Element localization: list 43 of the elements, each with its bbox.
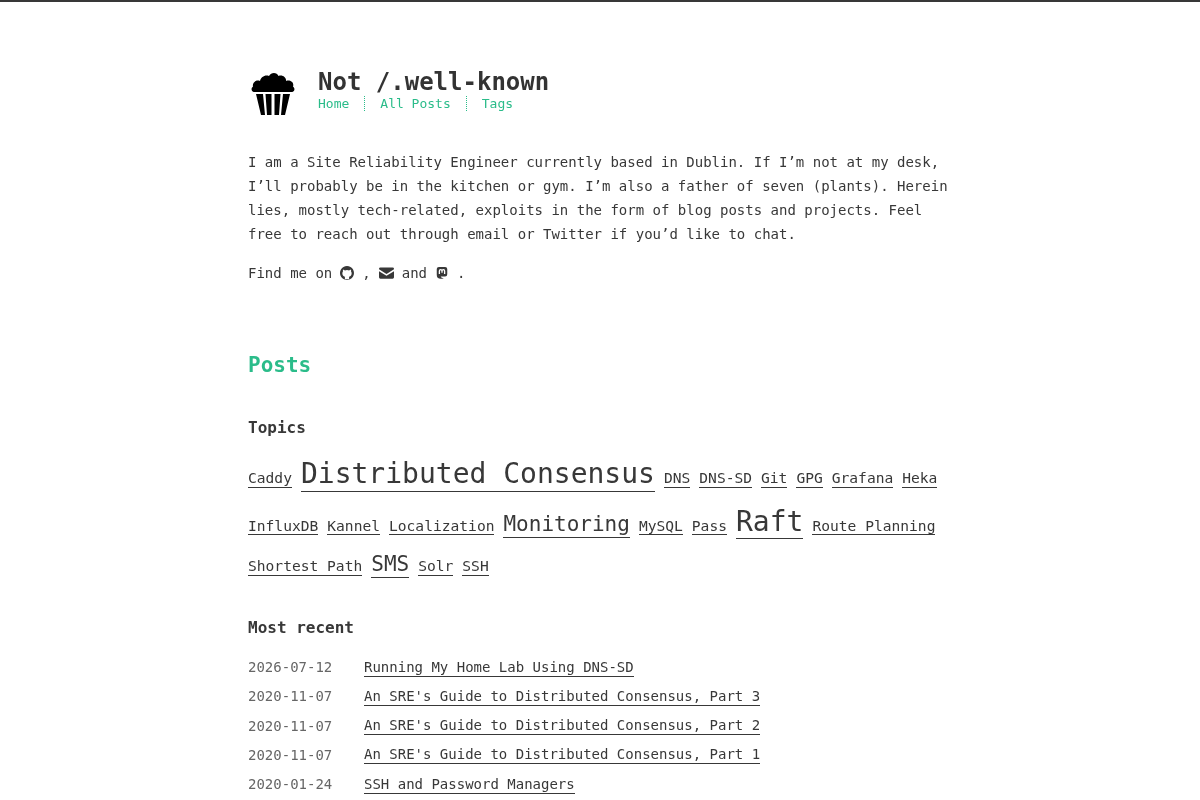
post-link[interactable]: An SRE's Guide to Distributed Consensus, Part 1: [364, 745, 761, 765]
post-date: 2020-11-07: [248, 745, 334, 764]
tag-link[interactable]: GPG: [796, 469, 823, 488]
post-date: 2026-07-12: [248, 658, 334, 676]
envelope-icon[interactable]: [378, 267, 394, 279]
post-link[interactable]: SSH and Password Managers: [364, 774, 575, 794]
post-date: 2020-01-24: [248, 775, 334, 794]
mastodon-icon[interactable]: [435, 266, 450, 280]
and-text: and: [401, 264, 428, 283]
post-date: 2020-11-07: [248, 716, 334, 735]
tag-link[interactable]: Localization: [389, 516, 495, 536]
post-link[interactable]: Running My Home Lab Using DNS-SD: [364, 657, 634, 677]
tag-link[interactable]: Solr: [418, 557, 454, 576]
tag-link[interactable]: Grafana: [831, 469, 894, 488]
tag-link[interactable]: MySQL: [638, 516, 683, 536]
tag-link[interactable]: Distributed Consensus: [300, 457, 655, 492]
post-link[interactable]: An SRE's Guide to Distributed Consensus, Part 3: [364, 686, 761, 706]
tag-link[interactable]: Monitoring: [503, 511, 630, 538]
most-recent-heading: Most recent: [248, 618, 355, 638]
tag-link[interactable]: Heka: [902, 469, 938, 488]
tag-link[interactable]: Shortest Path: [248, 557, 363, 576]
period-text: .: [457, 264, 466, 283]
tag-link[interactable]: Caddy: [248, 469, 292, 488]
site-title[interactable]: Not /.well-known: [318, 68, 550, 96]
intro-paragraph: I am a Site Reliability Engineer currently based in Dublin. If I’m not at my desk, I’ll probably be in the kitchen or gym. I’m also a father of seven (plants). Herein lies, mostly tech-related, exploits in the form of blog posts and projects. Feel free to reach out through email or Twitter if you’d like to chat.: [248, 153, 949, 244]
cupcake-logo-icon[interactable]: [250, 72, 296, 116]
tag-link[interactable]: DNS: [663, 469, 691, 488]
tag-link[interactable]: Git: [761, 469, 788, 488]
github-icon[interactable]: [340, 266, 355, 280]
posts-heading: Posts: [248, 352, 313, 378]
tag-link[interactable]: InfluxDB: [248, 516, 319, 536]
find-me-text: Find me on: [248, 264, 333, 283]
comma-text: ,: [362, 264, 371, 283]
tag-link[interactable]: Pass: [691, 516, 727, 536]
tag-link[interactable]: SSH: [462, 557, 489, 576]
post-link[interactable]: An SRE's Guide to Distributed Consensus, Part 2: [364, 716, 761, 736]
topics-heading: Topics: [248, 418, 307, 437]
tag-link[interactable]: Kannel: [327, 516, 380, 536]
post-date: 2020-11-07: [248, 687, 334, 706]
tag-link[interactable]: SMS: [371, 552, 410, 579]
tag-link[interactable]: Route Planning: [812, 516, 936, 536]
tag-link[interactable]: Raft: [736, 504, 804, 540]
tag-link[interactable]: DNS-SD: [699, 469, 753, 488]
